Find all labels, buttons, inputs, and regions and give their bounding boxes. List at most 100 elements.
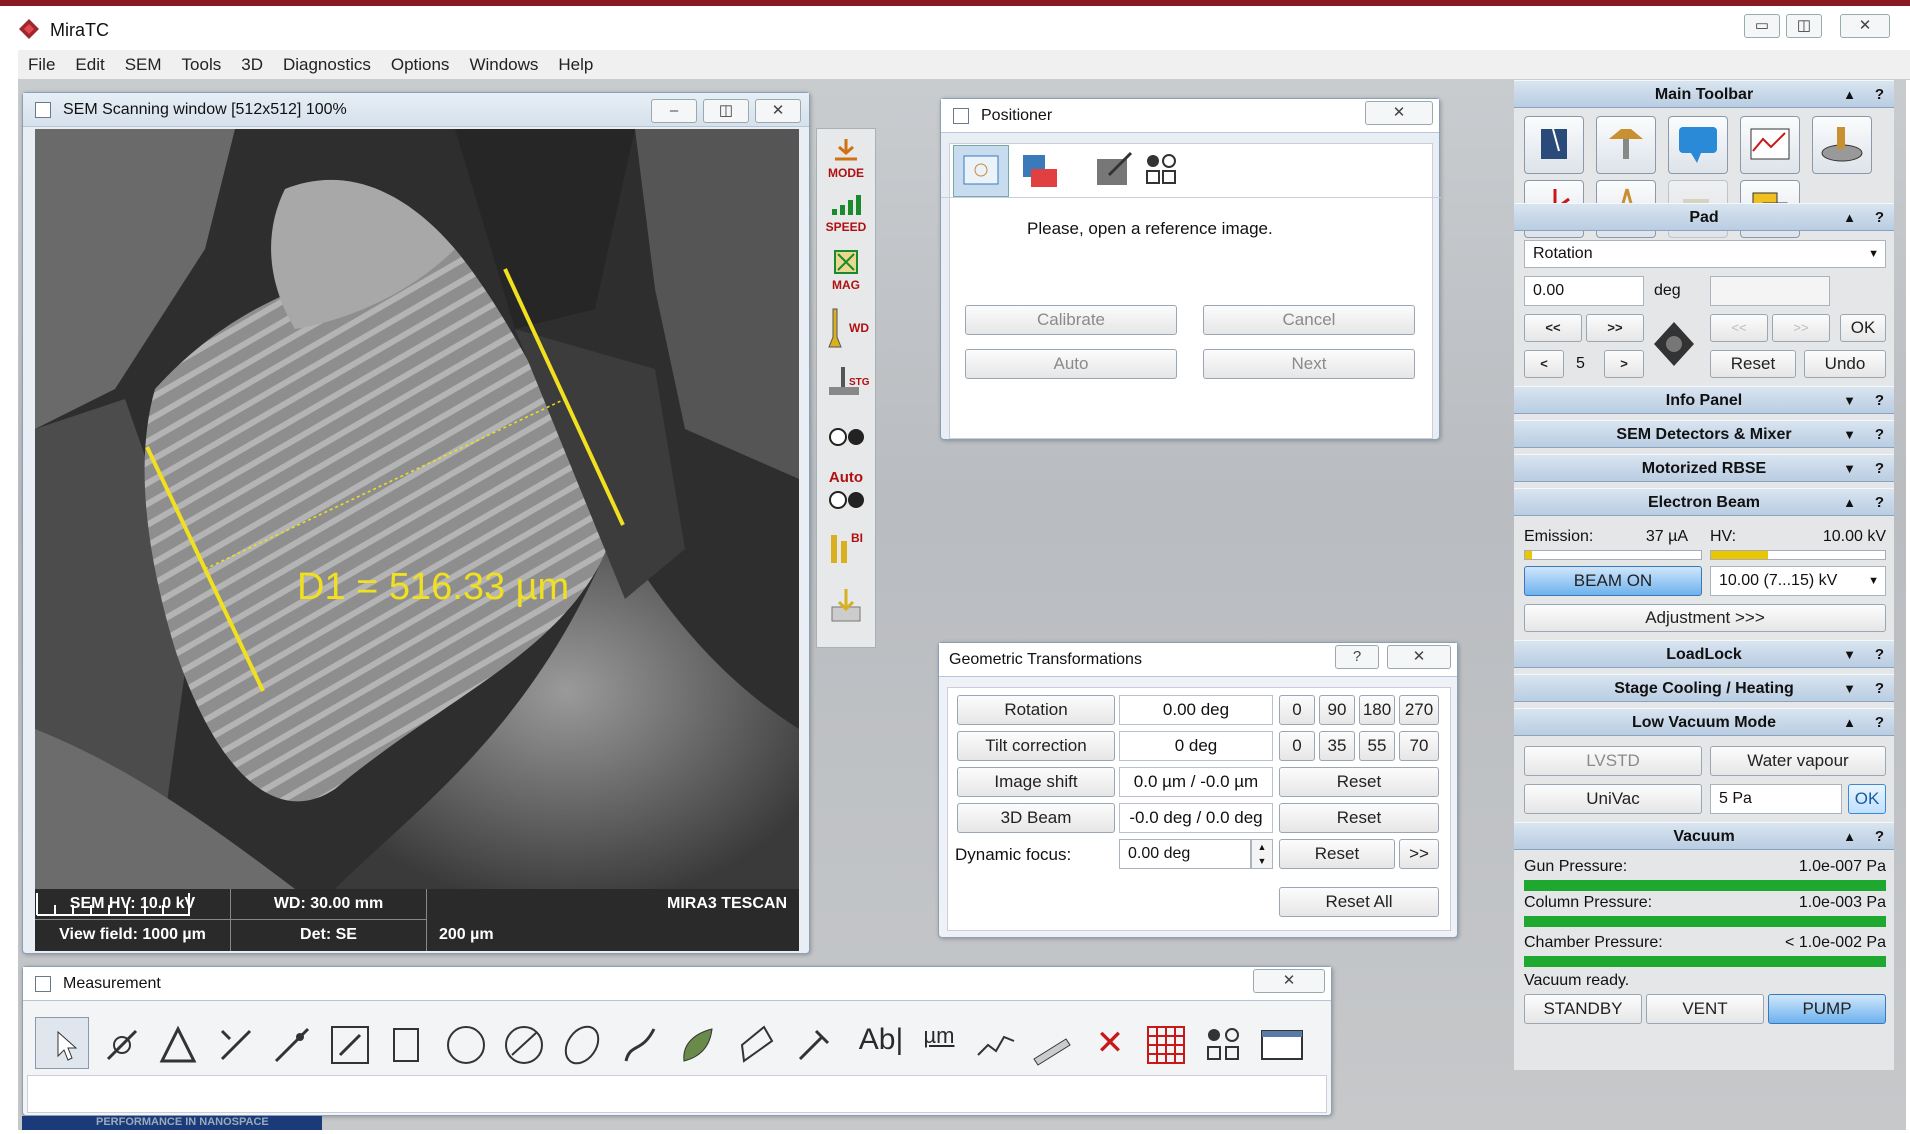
- measure-circle3-tool[interactable]: [501, 1023, 547, 1069]
- auto-bc-tool[interactable]: Auto: [821, 469, 871, 521]
- positioner-tab-notes[interactable]: [1087, 145, 1137, 197]
- dynamic-focus-spinner[interactable]: ▲ ▼: [1251, 839, 1273, 869]
- image-shift-reset-button[interactable]: Reset: [1279, 767, 1439, 797]
- minimize-button[interactable]: ▭: [1744, 14, 1780, 38]
- next-button[interactable]: Next: [1203, 349, 1415, 379]
- pad-undo-button[interactable]: Undo: [1804, 350, 1886, 378]
- profile-tool[interactable]: [973, 1023, 1019, 1069]
- water-vapour-button[interactable]: Water vapour: [1710, 746, 1886, 776]
- menu-windows[interactable]: Windows: [459, 50, 548, 80]
- cancel-button[interactable]: Cancel: [1203, 305, 1415, 335]
- sem-image-view[interactable]: D1 = 516.33 µm: [35, 129, 799, 889]
- electron-beam-header[interactable]: Electron Beam ▲?: [1514, 488, 1894, 516]
- pressure-ok-button[interactable]: OK: [1848, 784, 1886, 814]
- geo-close-button[interactable]: ✕: [1387, 645, 1451, 669]
- measure-polygon-tool[interactable]: [733, 1023, 779, 1069]
- expand-arrow-icon[interactable]: ▼: [1843, 455, 1856, 483]
- 3d-beam-reset-button[interactable]: Reset: [1279, 803, 1439, 833]
- close-button[interactable]: ✕: [1840, 14, 1890, 38]
- univac-button[interactable]: UniVac: [1524, 784, 1702, 814]
- toolbar-column-button[interactable]: [1596, 116, 1656, 174]
- geo-titlebar[interactable]: Geometric Transformations: [939, 643, 1457, 677]
- expand-arrow-icon[interactable]: ▼: [1843, 387, 1856, 415]
- standby-button[interactable]: STANDBY: [1524, 994, 1642, 1024]
- import-tool[interactable]: [821, 585, 871, 637]
- loadlock-header[interactable]: LoadLock ▼?: [1514, 640, 1894, 668]
- mag-tool[interactable]: MAG: [821, 249, 871, 301]
- select-tool[interactable]: [35, 1017, 89, 1069]
- menu-help[interactable]: Help: [548, 50, 603, 80]
- auto-button[interactable]: Auto: [965, 349, 1177, 379]
- menu-diagnostics[interactable]: Diagnostics: [273, 50, 381, 80]
- detectors-header[interactable]: SEM Detectors & Mixer ▼?: [1514, 420, 1894, 448]
- bi-tool[interactable]: BI: [821, 527, 871, 579]
- toolbar-message-button[interactable]: [1668, 116, 1728, 174]
- lvstd-button[interactable]: LVSTD: [1524, 746, 1702, 776]
- speed-tool[interactable]: SPEED: [821, 193, 871, 245]
- brightness-contrast-tool[interactable]: [821, 419, 871, 471]
- rotation-270-button[interactable]: 270: [1399, 695, 1439, 725]
- 3d-beam-button[interactable]: 3D Beam: [957, 803, 1115, 833]
- help-icon[interactable]: ?: [1875, 489, 1884, 517]
- measure-line-tool[interactable]: [213, 1023, 259, 1069]
- image-shift-button[interactable]: Image shift: [957, 767, 1115, 797]
- collapse-arrow-icon[interactable]: ▲: [1843, 81, 1856, 109]
- pad-step-forward-button[interactable]: >: [1604, 350, 1644, 378]
- pad-fast-forward-2-button[interactable]: >>: [1772, 314, 1830, 342]
- measure-polyline-tool[interactable]: [269, 1023, 315, 1069]
- menu-3d[interactable]: 3D: [231, 50, 273, 80]
- help-icon[interactable]: ?: [1875, 455, 1884, 483]
- dynamic-focus-reset-button[interactable]: Reset: [1279, 839, 1395, 869]
- pad-joystick[interactable]: [1648, 316, 1700, 372]
- beam-on-button[interactable]: BEAM ON: [1524, 566, 1702, 596]
- measure-table-tool[interactable]: [1259, 1023, 1305, 1069]
- pad-ok-button[interactable]: OK: [1840, 314, 1886, 342]
- tilt-35-button[interactable]: 35: [1319, 731, 1355, 761]
- help-icon[interactable]: ?: [1875, 387, 1884, 415]
- dynamic-focus-input[interactable]: 0.00 deg: [1119, 839, 1251, 869]
- expand-arrow-icon[interactable]: ▼: [1843, 421, 1856, 449]
- pressure-input[interactable]: 5 Pa: [1710, 784, 1842, 814]
- positioner-tab-image[interactable]: [953, 145, 1009, 197]
- rbse-header[interactable]: Motorized RBSE ▼?: [1514, 454, 1894, 482]
- tilt-0-button[interactable]: 0: [1279, 731, 1315, 761]
- toolbar-open-button[interactable]: [1524, 116, 1584, 174]
- maximize-button[interactable]: ◫: [1786, 14, 1822, 38]
- measure-circle-tool[interactable]: [443, 1023, 489, 1069]
- menu-file[interactable]: File: [18, 50, 65, 80]
- measure-distance-tool[interactable]: [99, 1023, 145, 1069]
- menu-options[interactable]: Options: [381, 50, 460, 80]
- unit-tool[interactable]: µm: [913, 1023, 965, 1069]
- pad-mode-select[interactable]: Rotation ▼: [1524, 240, 1886, 268]
- pad-fast-back-button[interactable]: <<: [1524, 314, 1582, 342]
- measure-point-tool[interactable]: [791, 1023, 837, 1069]
- help-icon[interactable]: ?: [1875, 675, 1884, 703]
- collapse-arrow-icon[interactable]: ▲: [1843, 709, 1856, 737]
- pad-header[interactable]: Pad ▲?: [1514, 203, 1894, 231]
- main-toolbar-header[interactable]: Main Toolbar ▲?: [1514, 80, 1894, 108]
- help-icon[interactable]: ?: [1875, 81, 1884, 109]
- vent-button[interactable]: VENT: [1646, 994, 1764, 1024]
- tilt-70-button[interactable]: 70: [1399, 731, 1439, 761]
- sem-minimize-button[interactable]: –: [651, 99, 697, 123]
- tilt-55-button[interactable]: 55: [1359, 731, 1395, 761]
- low-vacuum-header[interactable]: Low Vacuum Mode ▲?: [1514, 708, 1894, 736]
- measure-angle-tool[interactable]: [155, 1023, 201, 1069]
- hv-range-select[interactable]: 10.00 (7...15) kV ▼: [1710, 566, 1886, 596]
- expand-arrow-icon[interactable]: ▼: [1843, 675, 1856, 703]
- toolbar-graph-button[interactable]: [1740, 116, 1800, 174]
- pad-reset-button[interactable]: Reset: [1710, 350, 1796, 378]
- pad-fast-forward-button[interactable]: >>: [1586, 314, 1644, 342]
- text-tool[interactable]: Ab|: [855, 1023, 907, 1069]
- ruler-tool[interactable]: [1029, 1023, 1075, 1069]
- wd-tool[interactable]: WD: [821, 307, 871, 359]
- menu-sem[interactable]: SEM: [115, 50, 172, 80]
- positioner-tab-options[interactable]: [1139, 145, 1189, 197]
- measurement-titlebar[interactable]: Measurement: [23, 967, 1331, 1001]
- pad-fast-back-2-button[interactable]: <<: [1710, 314, 1768, 342]
- menu-edit[interactable]: Edit: [65, 50, 114, 80]
- tilt-correction-button[interactable]: Tilt correction: [957, 731, 1115, 761]
- dynamic-focus-more-button[interactable]: >>: [1399, 839, 1439, 869]
- toolbar-stage-button[interactable]: [1812, 116, 1872, 174]
- adjustment-button[interactable]: Adjustment >>>: [1524, 604, 1886, 632]
